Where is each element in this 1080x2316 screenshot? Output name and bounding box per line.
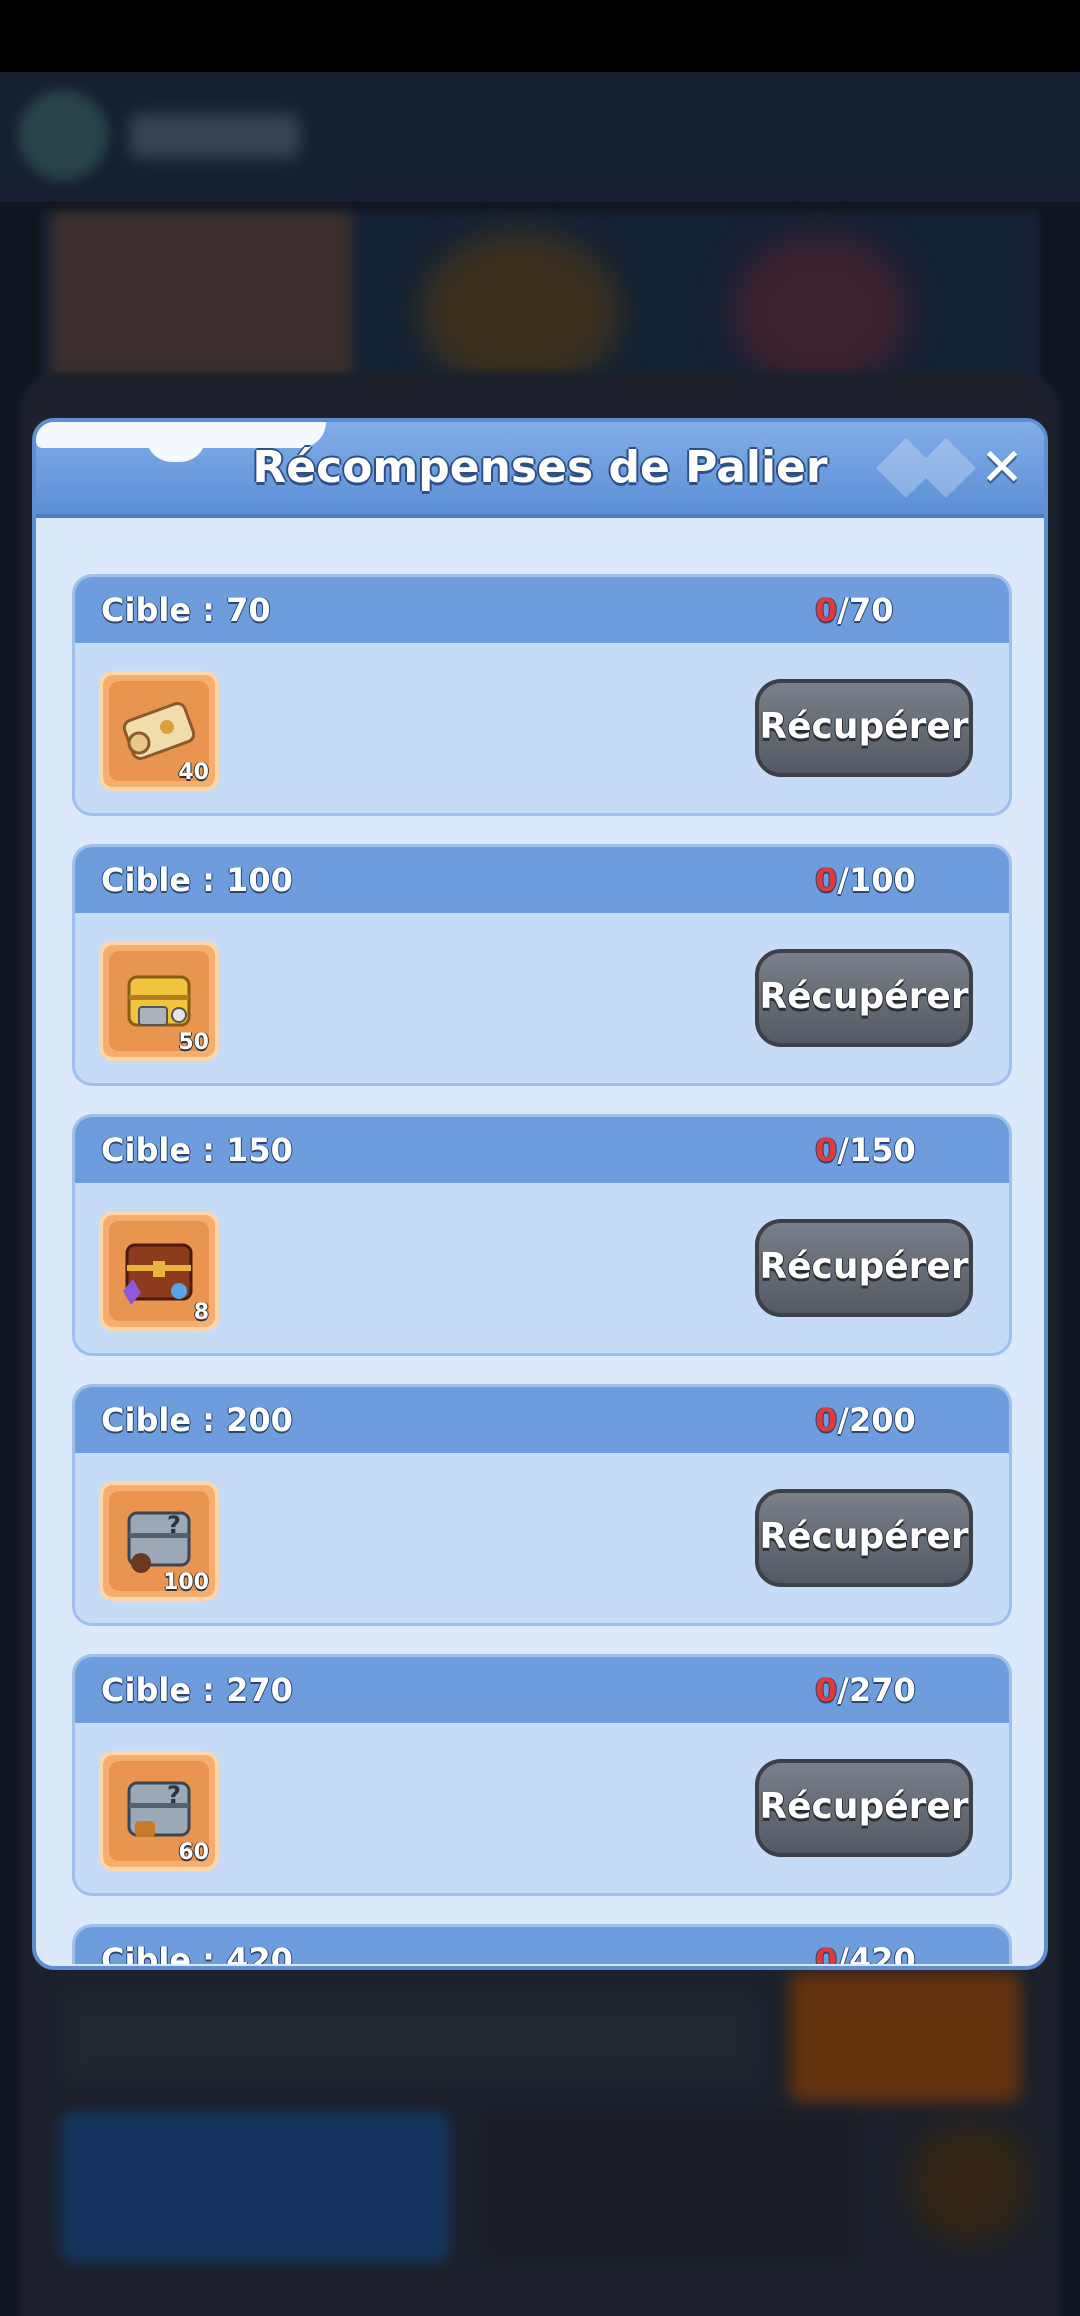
dialog-title: Récompenses de Palier <box>252 442 828 493</box>
tier-header: Cible : 100 0/100 <box>75 847 1009 913</box>
tier-header: Cible : 150 0/150 <box>75 1117 1009 1183</box>
tier-target: Cible : 270 <box>101 1671 293 1709</box>
svg-text:?: ? <box>167 1511 181 1539</box>
gold-chest-icon[interactable]: 50 <box>99 941 219 1061</box>
close-icon[interactable]: ✕ <box>976 442 1028 494</box>
dialog-header: Récompenses de Palier ✕ <box>36 422 1044 518</box>
tier-progress: 0/200 <box>815 1387 916 1453</box>
tier-progress: 0/70 <box>815 577 893 643</box>
reward-tier-row: Cible : 270 0/270 ? 60 Récupérer <box>72 1654 1012 1896</box>
reward-quantity: 50 <box>178 1030 209 1055</box>
progress-current: 0 <box>815 591 838 629</box>
tier-progress: 0/270 <box>815 1657 916 1723</box>
reward-tier-row: Cible : 200 0/200 ? 100 Récupérer <box>72 1384 1012 1626</box>
reward-quantity: 8 <box>193 1300 209 1325</box>
progress-current: 0 <box>815 1131 838 1169</box>
progress-total: /100 <box>837 861 916 899</box>
progress-current: 0 <box>815 1941 838 1964</box>
claim-button[interactable]: Récupérer <box>755 1489 973 1587</box>
tier-target: Cible : 150 <box>101 1131 293 1169</box>
tier-rewards-dialog: Récompenses de Palier ✕ Cible : 70 0/70 … <box>32 418 1048 1970</box>
tier-progress: 0/100 <box>815 847 916 913</box>
tier-progress: 0/150 <box>815 1117 916 1183</box>
claim-button[interactable]: Récupérer <box>755 679 973 777</box>
reward-quantity: 40 <box>178 760 209 785</box>
progress-total: /270 <box>837 1671 916 1709</box>
progress-total: /200 <box>837 1401 916 1439</box>
reward-tier-row: Cible : 100 0/100 50 Récupérer <box>72 844 1012 1086</box>
progress-total: /420 <box>837 1941 916 1964</box>
tier-header: Cible : 420 0/420 <box>75 1927 1009 1964</box>
claim-button[interactable]: Récupérer <box>755 949 973 1047</box>
tier-header: Cible : 200 0/200 <box>75 1387 1009 1453</box>
progress-current: 0 <box>815 1401 838 1439</box>
progress-total: /150 <box>837 1131 916 1169</box>
tier-header: Cible : 270 0/270 <box>75 1657 1009 1723</box>
claim-button[interactable]: Récupérer <box>755 1219 973 1317</box>
status-bar <box>0 0 1080 72</box>
reward-tier-list[interactable]: Cible : 70 0/70 40 Récupérer Cible : 100 <box>36 514 1044 1964</box>
treasure-chest-icon[interactable]: 8 <box>99 1211 219 1331</box>
reward-tier-row: Cible : 70 0/70 40 Récupérer <box>72 574 1012 816</box>
tier-target: Cible : 100 <box>101 861 293 899</box>
tier-target: Cible : 70 <box>101 591 271 629</box>
mystery-chest-icon[interactable]: ? 60 <box>99 1751 219 1871</box>
progress-current: 0 <box>815 861 838 899</box>
progress-current: 0 <box>815 1671 838 1709</box>
progress-total: /70 <box>837 591 894 629</box>
tier-progress: 0/420 <box>815 1927 916 1964</box>
reward-quantity: 100 <box>163 1570 209 1595</box>
svg-text:?: ? <box>167 1781 181 1809</box>
scroll-icon[interactable]: 40 <box>99 671 219 791</box>
reward-tier-row: Cible : 420 0/420 <box>72 1924 1012 1964</box>
reward-tier-row: Cible : 150 0/150 8 Récupérer <box>72 1114 1012 1356</box>
tier-target: Cible : 420 <box>101 1941 293 1964</box>
tier-header: Cible : 70 0/70 <box>75 577 1009 643</box>
mystery-chest-icon[interactable]: ? 100 <box>99 1481 219 1601</box>
claim-button[interactable]: Récupérer <box>755 1759 973 1857</box>
tier-target: Cible : 200 <box>101 1401 293 1439</box>
reward-quantity: 60 <box>178 1840 209 1865</box>
